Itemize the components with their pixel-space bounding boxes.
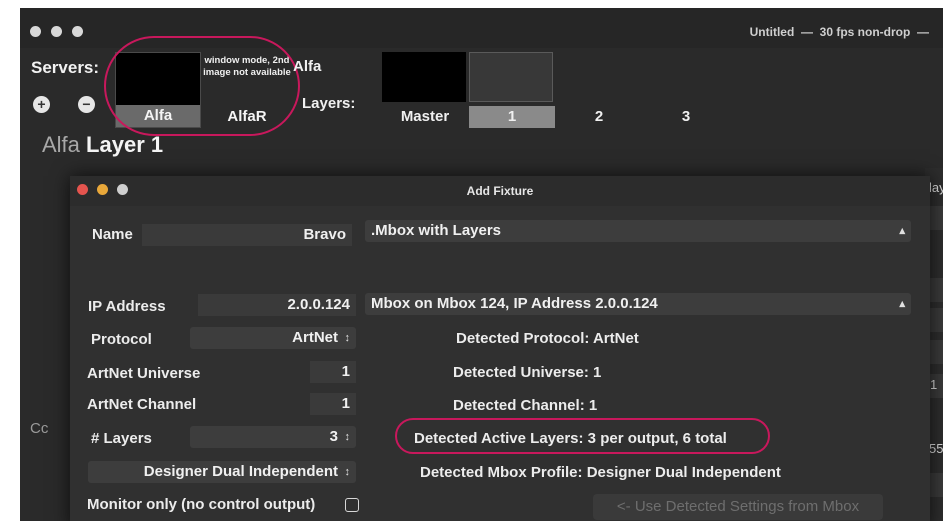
window-title: Untitled — [749, 25, 795, 39]
use-detected-settings-button[interactable]: <- Use Detected Settings from Mbox — [593, 494, 883, 520]
protocol-value: ArtNet — [292, 329, 338, 346]
title-separator-2: — — [917, 25, 929, 39]
layer-tab-label: 1 — [469, 106, 555, 128]
layers-count-select[interactable]: 3 ↕ — [190, 426, 356, 448]
current-server-name: Alfa — [293, 58, 322, 75]
background-text: 555 — [929, 441, 943, 456]
profile-select[interactable]: Designer Dual Independent ↕ — [88, 461, 356, 483]
close-icon[interactable] — [30, 26, 41, 37]
layers-count-label: # Layers — [91, 430, 152, 447]
layer-title-server: Alfa — [42, 132, 80, 157]
fixture-type-select[interactable]: .Mbox with Layers ▴ — [365, 220, 911, 242]
stepper-arrows-icon: ↕ — [344, 466, 351, 478]
protocol-label: Protocol — [91, 331, 152, 348]
detected-profile: Detected Mbox Profile: Designer Dual Ind… — [420, 464, 781, 481]
layer-title-layer: Layer 1 — [86, 132, 164, 157]
artnet-universe-field[interactable]: 1 — [310, 361, 356, 383]
layer-tab-label: 3 — [681, 108, 691, 125]
layer-tab-master[interactable]: Master — [382, 52, 468, 128]
name-field[interactable]: Bravo — [142, 224, 352, 246]
highlight-ellipse-layers — [395, 418, 770, 454]
layer-preview — [469, 52, 553, 102]
detected-channel: Detected Channel: 1 — [453, 397, 598, 414]
layers-label: Layers: — [302, 95, 356, 112]
background-text: lay — [929, 180, 943, 195]
server-select[interactable]: Mbox on Mbox 124, IP Address 2.0.0.124 ▴ — [365, 293, 911, 315]
servers-label: Servers: — [31, 58, 100, 77]
title-separator: — — [800, 25, 813, 39]
ip-address-label: IP Address — [88, 298, 166, 315]
timecode-mode[interactable]: 30 fps non-drop — [820, 25, 911, 39]
layer-tab-label: 2 — [594, 108, 604, 125]
background-text: 1 — [930, 377, 938, 392]
monitor-only-label: Monitor only (no control output) — [87, 496, 316, 513]
layer-tab-1[interactable]: 1 — [469, 52, 555, 128]
dialog-title-bar: Add Fixture — [70, 176, 930, 206]
layer-preview — [382, 52, 466, 102]
add-fixture-dialog: Add Fixture Name Bravo .Mbox with Layers… — [70, 176, 930, 521]
name-label: Name — [92, 226, 133, 243]
document-title: Untitled — 30 fps non-drop — — [750, 25, 929, 39]
select-arrows-icon: ▴ — [899, 225, 905, 237]
layers-count-value: 3 — [329, 428, 338, 445]
layer-tab-2[interactable]: 2 — [556, 52, 642, 128]
minimize-icon[interactable] — [51, 26, 62, 37]
protocol-select[interactable]: ArtNet ↕ — [190, 327, 356, 349]
zoom-icon[interactable] — [72, 26, 83, 37]
layer-title: Alfa Layer 1 — [42, 132, 163, 158]
add-server-button[interactable]: + — [33, 96, 50, 113]
dialog-title: Add Fixture — [466, 184, 534, 198]
detected-universe: Detected Universe: 1 — [453, 364, 602, 381]
select-arrows-icon: ▴ — [899, 298, 905, 310]
background-partial-label: Cc — [30, 420, 49, 437]
artnet-channel-label: ArtNet Channel — [87, 396, 197, 413]
stepper-arrows-icon: ↕ — [344, 332, 351, 344]
fixture-type-value: .Mbox with Layers — [371, 222, 502, 239]
stepper-arrows-icon: ↕ — [344, 431, 351, 443]
profile-value: Designer Dual Independent — [143, 463, 338, 480]
ip-address-field[interactable]: 2.0.0.124 — [198, 294, 356, 316]
monitor-only-checkbox[interactable] — [345, 498, 359, 512]
highlight-ellipse-servers — [104, 36, 300, 136]
artnet-universe-label: ArtNet Universe — [87, 365, 201, 382]
artnet-channel-field[interactable]: 1 — [310, 393, 356, 415]
detected-protocol: Detected Protocol: ArtNet — [456, 330, 639, 347]
layer-tab-label: Master — [400, 108, 450, 125]
remove-server-button[interactable]: − — [78, 96, 95, 113]
server-select-value: Mbox on Mbox 124, IP Address 2.0.0.124 — [371, 295, 658, 312]
main-window: Untitled — 30 fps non-drop — Servers: + … — [20, 8, 943, 521]
layer-tab-3[interactable]: 3 — [643, 52, 729, 128]
